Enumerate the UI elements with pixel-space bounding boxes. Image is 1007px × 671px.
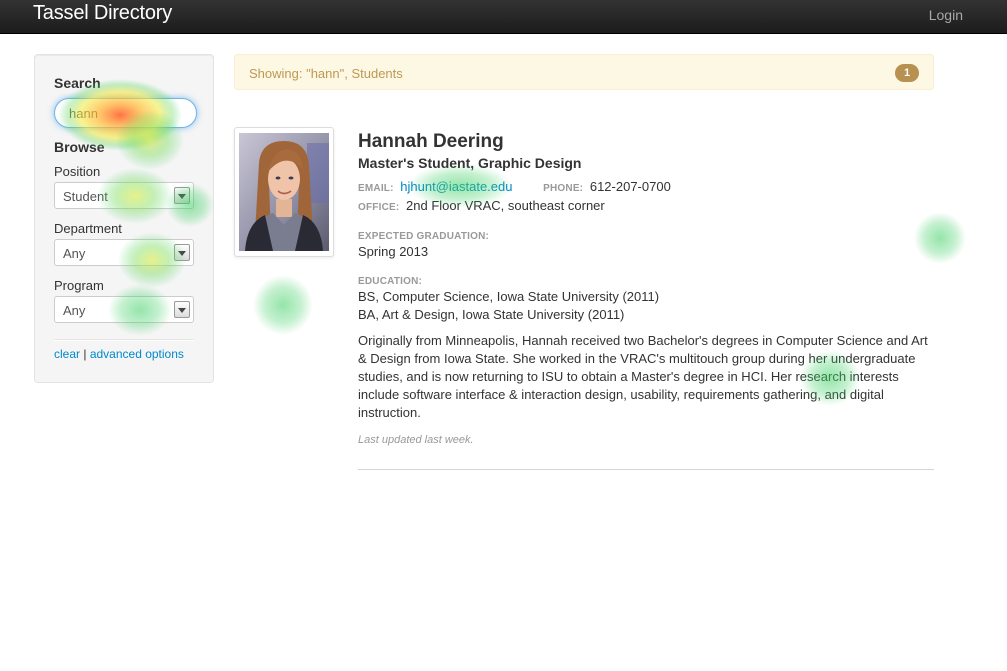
department-select[interactable]: Any xyxy=(54,239,194,266)
education-item: BS, Computer Science, Iowa State Univers… xyxy=(358,289,660,304)
program-label: Program xyxy=(54,278,104,293)
person-title: Master's Student, Graphic Design xyxy=(358,155,582,171)
search-heading: Search xyxy=(54,75,101,91)
office-value: 2nd Floor VRAC, southeast corner xyxy=(406,198,605,213)
position-label: Position xyxy=(54,164,101,179)
sidebar-divider xyxy=(54,339,194,341)
graduation-label: EXPECTED GRADUATION: xyxy=(358,231,490,242)
sidebar-panel: Search Browse Position Student Departmen… xyxy=(34,54,214,383)
person-name: Hannah Deering xyxy=(358,131,504,152)
program-select-value: Any xyxy=(63,303,86,318)
profile-photo[interactable] xyxy=(234,127,334,257)
phone-label: PHONE: xyxy=(543,183,584,194)
login-link[interactable]: Login xyxy=(929,7,963,23)
results-summary: Showing: "hann", Students xyxy=(249,66,403,81)
chevron-down-icon[interactable] xyxy=(174,187,190,204)
department-select-value: Any xyxy=(63,246,86,261)
email-link[interactable]: hjhunt@iastate.edu xyxy=(400,179,512,194)
profile-divider xyxy=(358,469,934,471)
search-input[interactable] xyxy=(54,98,197,128)
department-label: Department xyxy=(54,221,122,236)
phone-value: 612-207-0700 xyxy=(589,179,671,194)
position-select-value: Student xyxy=(63,189,108,204)
graduation-value: Spring 2013 xyxy=(358,244,429,259)
chevron-down-icon[interactable] xyxy=(174,244,190,261)
graduation-label-row: EXPECTED GRADUATION: xyxy=(358,227,489,242)
education-label-row: EDUCATION: xyxy=(358,272,422,287)
office-label: OFFICE: xyxy=(358,202,400,213)
brand-title[interactable]: Tassel Directory xyxy=(33,2,172,25)
browse-heading: Browse xyxy=(54,139,105,155)
education-label: EDUCATION: xyxy=(358,276,423,287)
position-select[interactable]: Student xyxy=(54,182,194,209)
last-updated-note: Last updated last week. xyxy=(358,434,474,446)
portrait-image xyxy=(239,133,329,251)
heat-spot xyxy=(914,212,966,264)
top-navbar: Tassel Directory Login xyxy=(0,0,1007,34)
clear-link[interactable]: clear xyxy=(54,347,80,361)
email-label: EMAIL: xyxy=(358,183,394,194)
contact-row: EMAIL: hjhunt@iastate.edu PHONE: 612-207… xyxy=(358,179,671,194)
office-row: OFFICE: 2nd Floor VRAC, southeast corner xyxy=(358,198,605,213)
program-select[interactable]: Any xyxy=(54,296,194,323)
advanced-options-link[interactable]: advanced options xyxy=(90,347,184,361)
link-separator: | xyxy=(83,347,87,361)
chevron-down-icon[interactable] xyxy=(174,301,190,318)
heat-spot xyxy=(253,275,313,335)
education-item: BA, Art & Design, Iowa State University … xyxy=(358,307,625,322)
results-alert: Showing: "hann", Students 1 xyxy=(234,54,934,90)
bio-paragraph: Originally from Minneapolis, Hannah rece… xyxy=(358,333,928,420)
sidebar-links: clear | advanced options xyxy=(54,347,184,361)
results-count-badge: 1 xyxy=(895,64,919,82)
